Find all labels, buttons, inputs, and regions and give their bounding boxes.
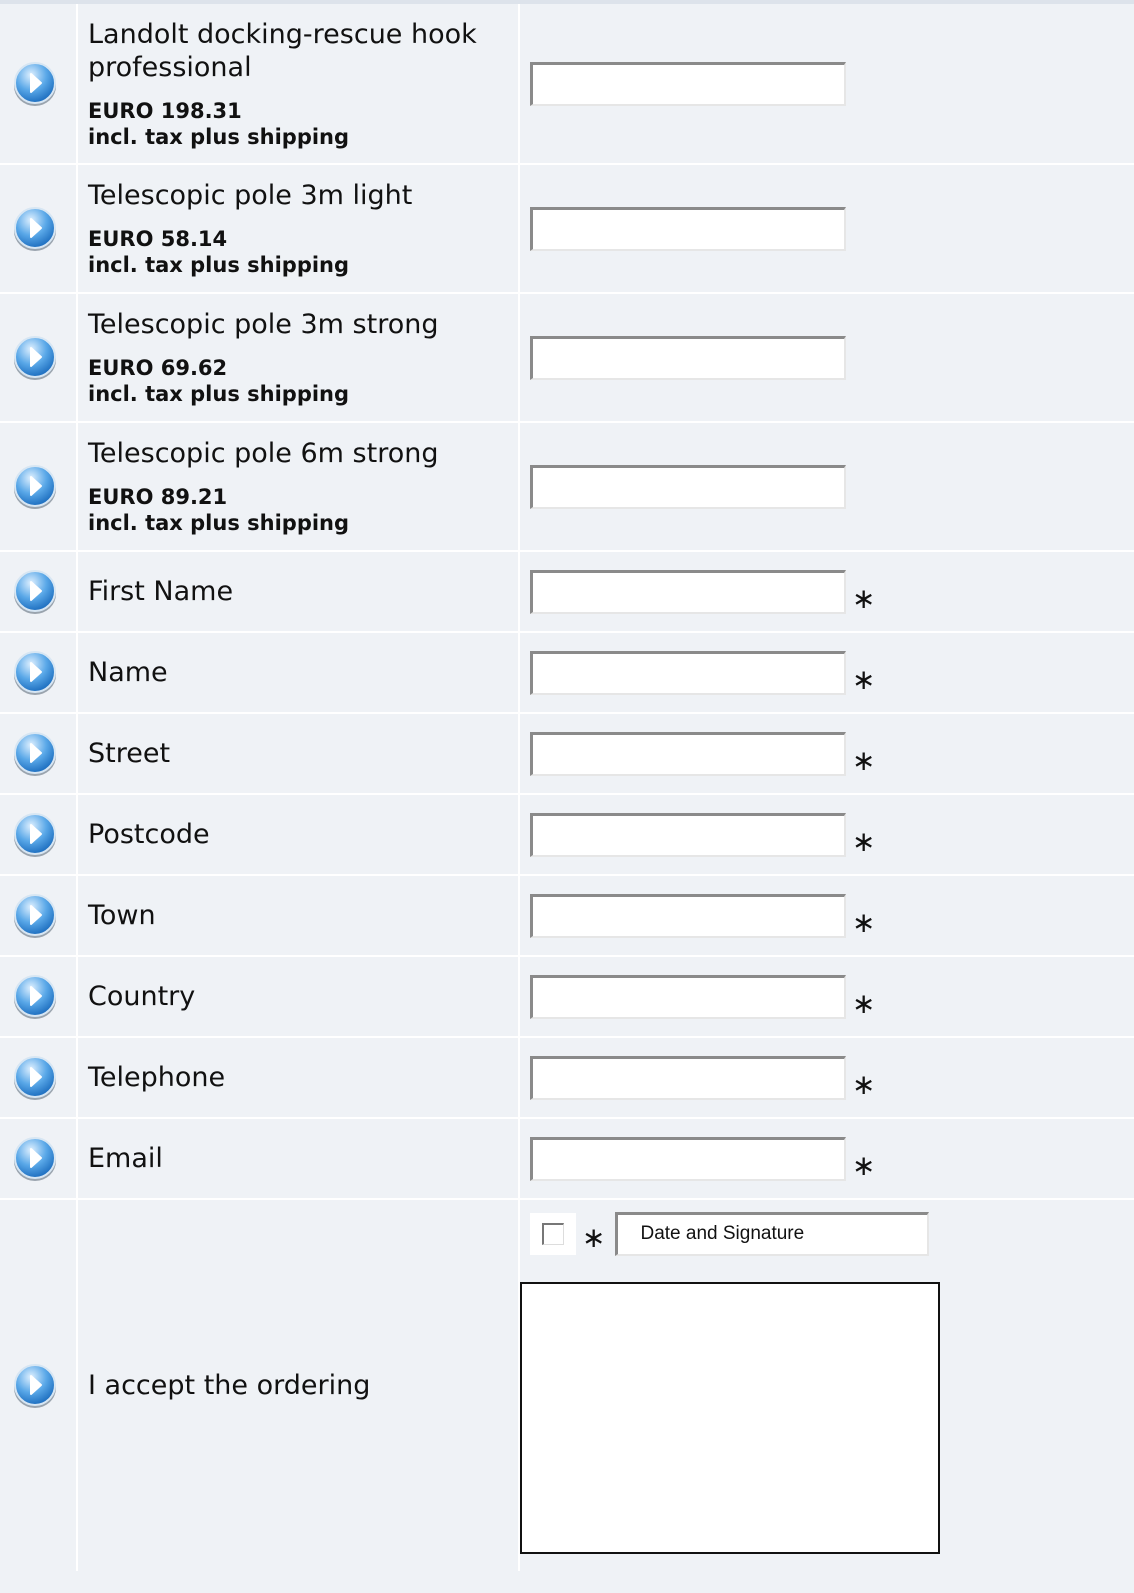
product-price: EURO 198.31 bbox=[88, 98, 242, 123]
field-row-town: Town ∗ bbox=[0, 875, 1134, 957]
accept-label: I accept the ordering bbox=[88, 1370, 371, 1401]
field-label: First Name bbox=[88, 576, 234, 607]
arrow-right-circle-icon bbox=[12, 206, 58, 252]
field-label: Country bbox=[88, 981, 196, 1012]
required-marker: ∗ bbox=[852, 663, 876, 696]
required-marker: ∗ bbox=[852, 987, 876, 1020]
arrow-right-circle-icon bbox=[12, 1055, 58, 1101]
country-input[interactable] bbox=[530, 974, 846, 1019]
arrow-right-circle-icon bbox=[12, 650, 58, 696]
arrow-right-circle-icon bbox=[12, 893, 58, 939]
field-label: Postcode bbox=[88, 819, 210, 850]
field-row-email: Email ∗ bbox=[0, 1118, 1134, 1200]
field-row-first-name: First Name ∗ bbox=[0, 551, 1134, 633]
arrow-right-circle-icon bbox=[12, 1363, 58, 1409]
arrow-right-circle-icon bbox=[12, 731, 58, 777]
accept-checkbox-wrap bbox=[530, 1213, 576, 1255]
postcode-input[interactable] bbox=[530, 812, 846, 857]
field-row-street: Street ∗ bbox=[0, 713, 1134, 795]
accept-row: I accept the ordering ∗ Date and Signatu… bbox=[0, 1199, 1134, 1571]
product-price: EURO 69.62 bbox=[88, 356, 228, 380]
product-row: Telescopic pole 3m strong EURO 69.62 inc… bbox=[0, 293, 1134, 423]
arrow-right-circle-icon bbox=[12, 464, 58, 510]
quantity-input[interactable] bbox=[530, 61, 846, 106]
field-label: Telephone bbox=[88, 1062, 226, 1093]
arrow-right-circle-icon bbox=[12, 974, 58, 1020]
product-row: Telescopic pole 3m light EURO 58.14 incl… bbox=[0, 164, 1134, 294]
arrow-right-circle-icon bbox=[12, 61, 58, 107]
first-name-input[interactable] bbox=[530, 569, 846, 614]
street-input[interactable] bbox=[530, 731, 846, 776]
product-row: Landolt docking-rescue hook professional… bbox=[0, 4, 1134, 165]
product-row: Telescopic pole 6m strong EURO 89.21 inc… bbox=[0, 422, 1134, 552]
field-row-name: Name ∗ bbox=[0, 632, 1134, 714]
product-name: Telescopic pole 3m strong bbox=[88, 309, 439, 340]
price-note: incl. tax plus shipping bbox=[88, 382, 350, 406]
required-marker: ∗ bbox=[852, 1068, 876, 1101]
price-note: incl. tax plus shipping bbox=[88, 511, 350, 535]
signature-area[interactable] bbox=[520, 1282, 940, 1554]
order-form: Landolt docking-rescue hook professional… bbox=[0, 4, 1134, 1571]
field-label: Email bbox=[88, 1143, 163, 1174]
required-marker: ∗ bbox=[852, 582, 876, 615]
field-row-postcode: Postcode ∗ bbox=[0, 794, 1134, 876]
required-marker: ∗ bbox=[852, 906, 876, 939]
required-marker: ∗ bbox=[852, 744, 876, 777]
quantity-input[interactable] bbox=[530, 206, 846, 251]
arrow-right-circle-icon bbox=[12, 569, 58, 615]
date-signature-field[interactable]: Date and Signature bbox=[615, 1212, 930, 1256]
required-marker: ∗ bbox=[852, 825, 876, 858]
price-note: incl. tax plus shipping bbox=[88, 124, 350, 149]
required-marker: ∗ bbox=[852, 1149, 876, 1182]
field-label: Name bbox=[88, 657, 168, 688]
product-name: Landolt docking-rescue hook professional bbox=[88, 18, 477, 83]
email-input[interactable] bbox=[530, 1136, 846, 1181]
field-label: Street bbox=[88, 738, 171, 769]
accept-checkbox[interactable] bbox=[542, 1223, 564, 1245]
arrow-right-circle-icon bbox=[12, 1136, 58, 1182]
product-name: Telescopic pole 6m strong bbox=[88, 438, 439, 469]
product-price: EURO 89.21 bbox=[88, 485, 228, 509]
arrow-right-circle-icon bbox=[12, 812, 58, 858]
product-name: Telescopic pole 3m light bbox=[88, 180, 413, 211]
arrow-right-circle-icon bbox=[12, 335, 58, 381]
quantity-input[interactable] bbox=[530, 464, 846, 509]
product-price: EURO 58.14 bbox=[88, 227, 228, 251]
required-marker: ∗ bbox=[582, 1220, 606, 1254]
field-row-telephone: Telephone ∗ bbox=[0, 1037, 1134, 1119]
telephone-input[interactable] bbox=[530, 1055, 846, 1100]
field-label: Town bbox=[88, 900, 156, 931]
quantity-input[interactable] bbox=[530, 335, 846, 380]
price-note: incl. tax plus shipping bbox=[88, 253, 350, 277]
name-input[interactable] bbox=[530, 650, 846, 695]
town-input[interactable] bbox=[530, 893, 846, 938]
field-row-country: Country ∗ bbox=[0, 956, 1134, 1038]
